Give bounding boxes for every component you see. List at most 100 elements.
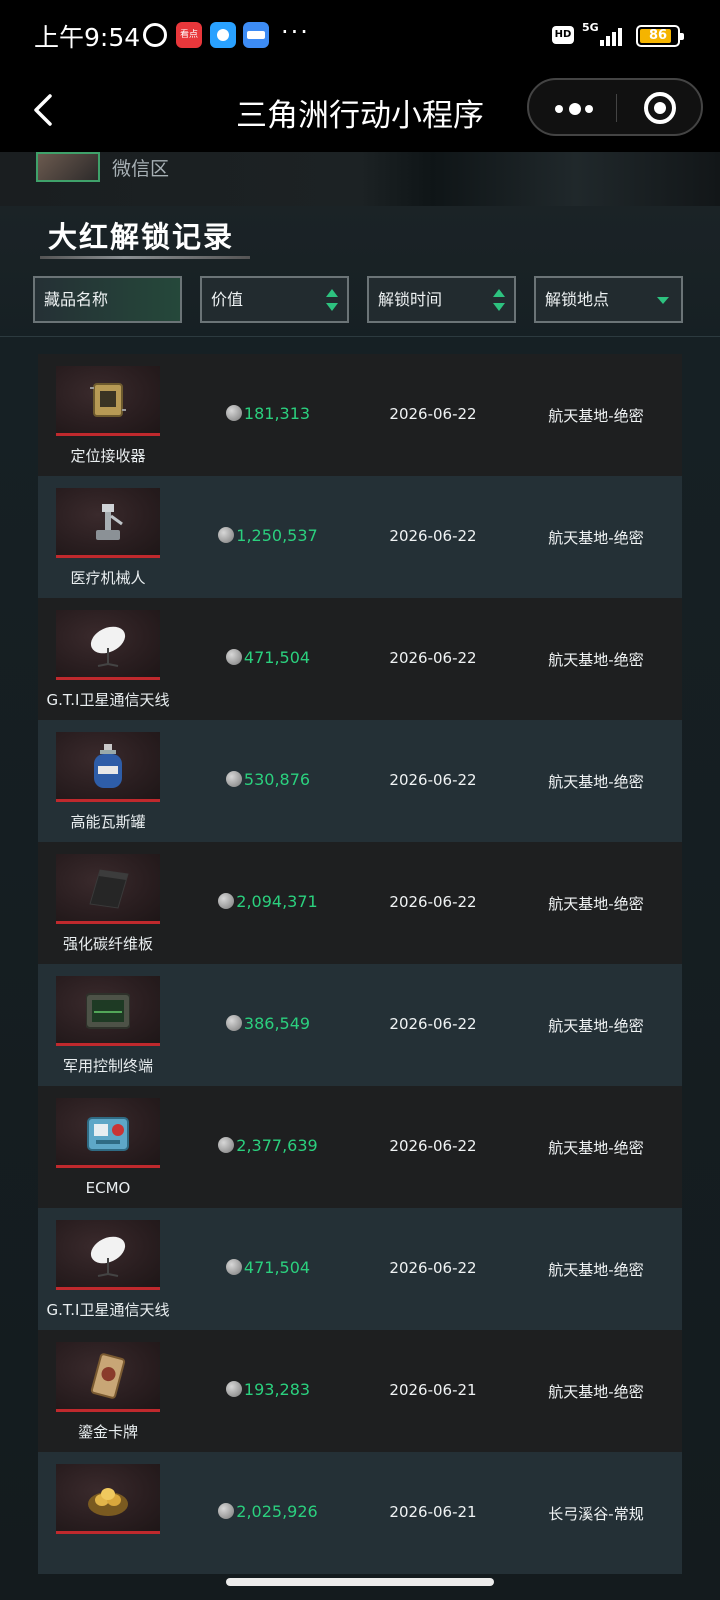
unlock-location: 航天基地-绝密 [548,529,644,547]
item-thumbnail [56,1098,160,1168]
item-thumbnail [56,610,160,680]
unlock-date: 2026-06-22 [389,649,477,667]
close-miniprogram-icon[interactable] [644,92,676,124]
avatar[interactable] [36,152,100,182]
item-value: 181,313 [188,404,348,423]
item-value-text: 2,094,371 [236,892,318,911]
item-thumbnail [56,732,160,802]
sort-icon [325,289,339,311]
item-thumbnail [56,366,160,436]
item-name: G.T.I卫星通信天线 [46,691,170,709]
unlock-location: 航天基地-绝密 [548,1139,644,1157]
record-row[interactable]: 鎏金卡牌 193,283 2026-06-21 航天基地-绝密 [38,1330,682,1452]
item-value-text: 181,313 [243,404,311,423]
unlock-date: 2026-06-21 [389,1503,477,1521]
coin-icon [225,1259,242,1275]
record-row[interactable]: 高能瓦斯罐 530,876 2026-06-22 航天基地-绝密 [38,720,682,842]
filter-label: 价值 [211,290,244,309]
record-row[interactable]: ECMO 2,377,639 2026-06-22 航天基地-绝密 [38,1086,682,1208]
gold-card-icon [90,1353,126,1399]
item-value-text: 2,025,926 [236,1502,318,1521]
item-value: 471,504 [188,648,348,667]
record-row[interactable]: 军用控制终端 386,549 2026-06-22 航天基地-绝密 [38,964,682,1086]
item-thumbnail [56,488,160,558]
filter-label: 藏品名称 [44,290,109,309]
battery-icon: 86 [636,25,684,47]
coin-icon [225,405,242,421]
filter-item-location[interactable]: 解锁地点 [534,276,683,323]
coin-icon [218,1137,235,1153]
filter-label: 解锁时间 [378,290,443,309]
alarm-icon [143,23,167,47]
coin-icon [218,1503,235,1519]
item-name: 医疗机械人 [70,569,146,587]
item-value: 1,250,537 [188,526,348,545]
battery-level: 86 [648,28,668,43]
sort-icon [492,289,506,311]
record-row[interactable]: 定位接收器 181,313 2026-06-22 航天基地-绝密 [38,354,682,476]
divider [0,336,720,337]
item-name: 高能瓦斯罐 [70,813,146,831]
item-value: 2,025,926 [188,1502,348,1521]
unlock-location: 航天基地-绝密 [548,895,644,913]
miniprogram-capsule [527,78,703,136]
more-notifications-icon: ··· [281,18,310,46]
item-name: ECMO [85,1179,131,1197]
item-value: 530,876 [188,770,348,789]
main-panel: 大红解锁记录 藏品名称 价值 解锁时间 解锁地点 定位接收器 181,313 202… [0,206,720,1600]
item-value-text: 1,250,537 [236,526,318,545]
status-time: 上午9:54 [34,23,141,52]
home-indicator[interactable] [226,1578,494,1586]
profile-banner: 微信区 [0,152,720,206]
record-list[interactable]: 定位接收器 181,313 2026-06-22 航天基地-绝密医疗机械人 1,250,… [38,354,682,1600]
item-value-text: 471,504 [243,1258,311,1277]
item-thumbnail [56,976,160,1046]
record-row[interactable]: 医疗机械人 1,250,537 2026-06-22 航天基地-绝密 [38,476,682,598]
item-value-text: 471,504 [243,648,311,667]
item-value: 386,549 [188,1014,348,1033]
filter-item-value[interactable]: 价值 [200,276,349,323]
item-value: 193,283 [188,1380,348,1399]
filter-item-name[interactable]: 藏品名称 [33,276,182,323]
unlock-location: 航天基地-绝密 [548,1261,644,1279]
news-app-icon: 看点 [176,22,202,48]
record-row[interactable]: G.T.I卫星通信天线 471,504 2026-06-22 航天基地-绝密 [38,598,682,720]
filter-bar: 藏品名称 价值 解锁时间 解锁地点 [33,276,693,324]
hd-icon: HD [552,26,574,44]
record-row[interactable]: 强化碳纤维板 2,094,371 2026-06-22 航天基地-绝密 [38,842,682,964]
coin-icon [225,1381,242,1397]
item-value-text: 2,377,639 [236,1136,318,1155]
unlock-date: 2026-06-22 [389,1137,477,1155]
unlock-date: 2026-06-22 [389,893,477,911]
item-value: 2,094,371 [188,892,348,911]
unlock-date: 2026-06-21 [389,1381,477,1399]
unlock-location: 长弓溪谷-常规 [548,1505,644,1523]
more-menu-icon[interactable] [555,94,595,122]
item-thumbnail [56,1342,160,1412]
gas-canister-icon [94,744,122,788]
coin-icon [218,527,235,543]
coin-icon [225,771,242,787]
unlock-date: 2026-06-22 [389,1259,477,1277]
wallet-app-icon [243,22,269,48]
medical-robot-icon [96,504,123,540]
item-name: 鎏金卡牌 [77,1423,138,1441]
record-row[interactable]: G.T.I卫星通信天线 471,504 2026-06-22 航天基地-绝密 [38,1208,682,1330]
unlock-location: 航天基地-绝密 [548,1017,644,1035]
filter-item-time[interactable]: 解锁时间 [367,276,516,323]
unlock-date: 2026-06-22 [389,1015,477,1033]
coin-icon [225,1015,242,1031]
nav-bar: 三角洲行动小程序 [0,70,720,152]
unlock-location: 航天基地-绝密 [548,1383,644,1401]
item-value: 471,504 [188,1258,348,1277]
item-value-text: 193,283 [243,1380,311,1399]
record-row[interactable]: 2,025,926 2026-06-21 长弓溪谷-常规 [38,1452,682,1574]
title-underline [40,256,250,259]
item-name: G.T.I卫星通信天线 [46,1301,170,1319]
coin-icon [218,893,235,909]
item-value-text: 530,876 [243,770,311,789]
item-value-text: 386,549 [243,1014,311,1033]
chevron-down-icon [657,297,669,304]
unlock-date: 2026-06-22 [389,771,477,789]
item-thumbnail [56,1464,160,1534]
